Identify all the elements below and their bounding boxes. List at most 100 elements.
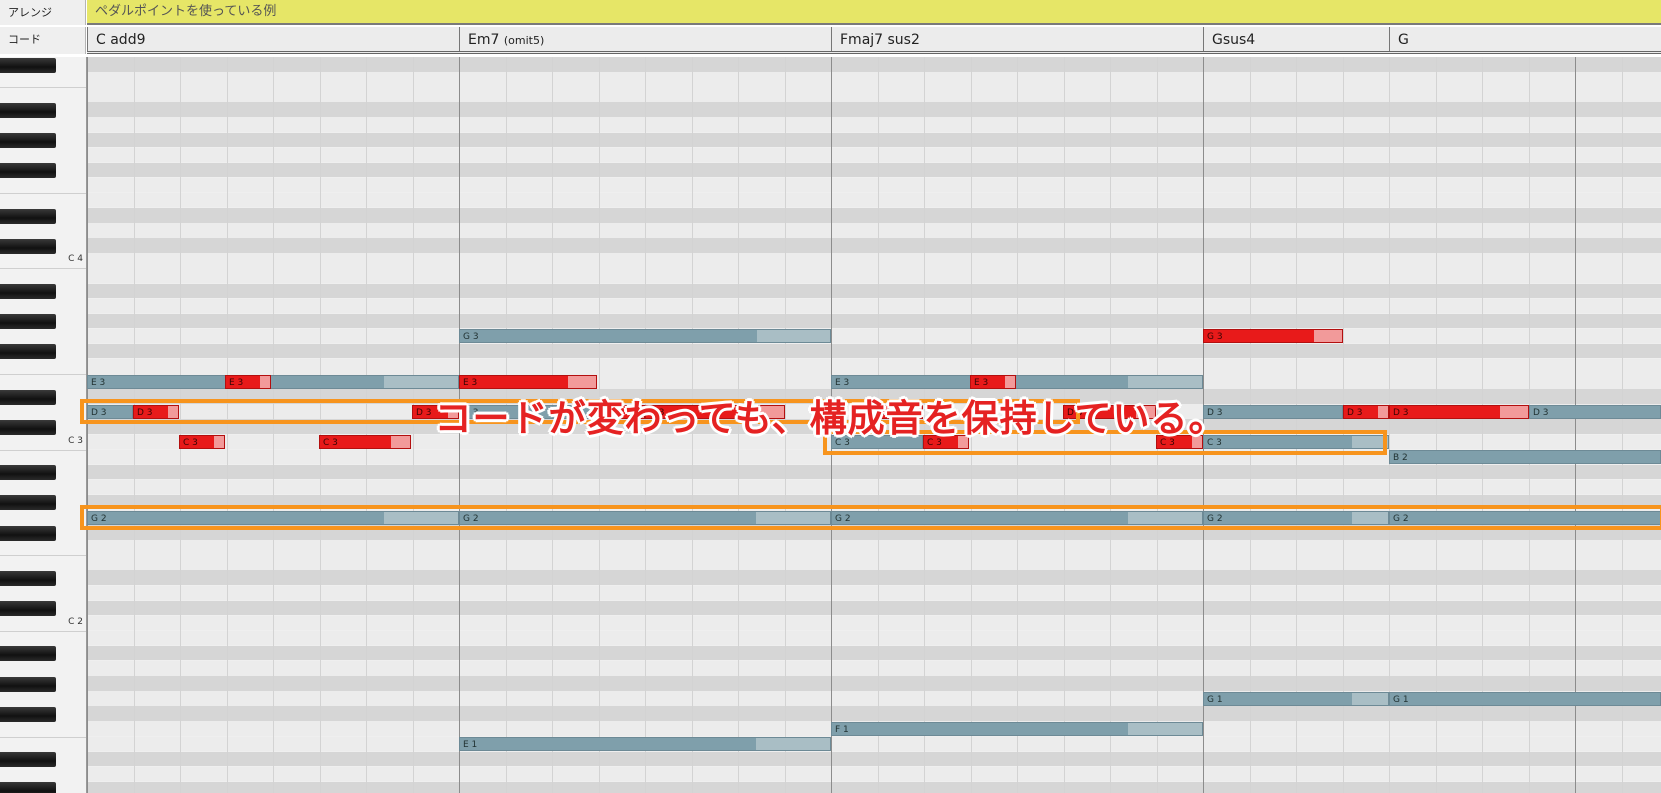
pitch-lane — [87, 479, 1661, 495]
pitch-lane — [87, 192, 1661, 208]
midi-note[interactable]: E 3 — [87, 374, 459, 389]
chord-track-row: コード C add9 Em7 (omit5) Fmaj7 sus2 Gsus4 … — [0, 27, 1661, 54]
note-release-tail — [1352, 692, 1388, 705]
midi-note[interactable]: G 2 — [1203, 510, 1389, 525]
pitch-lane — [87, 615, 1661, 631]
chord-block[interactable]: G — [1389, 27, 1661, 51]
black-key[interactable] — [0, 601, 56, 617]
black-key[interactable] — [0, 676, 56, 692]
midi-note[interactable]: G 2 — [87, 510, 459, 525]
pitch-lane — [87, 238, 1661, 253]
midi-note[interactable]: G 1 — [1203, 691, 1389, 706]
pitch-lane — [87, 359, 1661, 374]
black-key[interactable] — [0, 133, 56, 148]
note-label: G 2 — [1207, 513, 1223, 524]
note-release-tail — [757, 330, 830, 343]
midi-note[interactable]: E 3 — [459, 374, 597, 389]
pitch-lane — [87, 177, 1661, 193]
note-release-tail — [1352, 511, 1388, 524]
pitch-lane — [87, 751, 1661, 767]
note-label: E 1 — [463, 740, 478, 750]
black-key[interactable] — [0, 163, 56, 179]
chord-block[interactable]: C add9 — [87, 27, 459, 51]
pitch-lane — [87, 268, 1661, 283]
black-key[interactable] — [0, 208, 56, 224]
pitch-lane — [87, 600, 1661, 616]
black-key[interactable] — [0, 238, 56, 254]
midi-note[interactable]: B 2 — [1389, 450, 1661, 465]
chord-block[interactable]: Em7 (omit5) — [459, 27, 831, 51]
black-key[interactable] — [0, 465, 56, 481]
pitch-lane — [87, 87, 1661, 102]
arrange-track-row: アレンジ ペダルポイントを使っている例 — [0, 0, 1661, 25]
black-key[interactable] — [0, 344, 56, 360]
black-key[interactable] — [0, 782, 56, 793]
arrange-track-label: アレンジ — [0, 0, 86, 25]
pitch-lane — [87, 102, 1661, 117]
midi-note[interactable]: G 2 — [831, 510, 1203, 525]
chord-block[interactable]: Gsus4 — [1203, 27, 1389, 51]
octave-label: C 4 — [68, 254, 83, 265]
white-key-divider — [0, 87, 86, 89]
midi-note[interactable]: F 1 — [831, 721, 1203, 736]
black-key[interactable] — [0, 752, 56, 768]
pitch-lane — [87, 766, 1661, 782]
midi-note[interactable]: E 1 — [459, 737, 831, 751]
pitch-lane — [87, 208, 1661, 223]
piano-roll-editor: アレンジ ペダルポイントを使っている例 コード C add9 Em7 (omit… — [0, 0, 1661, 793]
note-label: G 2 — [1393, 513, 1409, 524]
black-key[interactable] — [0, 495, 56, 511]
chord-block[interactable]: Fmaj7 sus2 — [831, 27, 1203, 51]
midi-note[interactable]: G 1 — [1389, 691, 1661, 706]
chord-name: Fmaj7 sus2 — [840, 32, 920, 48]
black-key[interactable] — [0, 525, 56, 541]
pitch-lane — [87, 147, 1661, 163]
midi-note[interactable]: G 2 — [459, 510, 831, 525]
pitch-lane — [87, 736, 1661, 752]
note-label: E 3 — [835, 377, 850, 388]
midi-note[interactable]: G 3 — [1203, 329, 1343, 344]
black-key[interactable] — [0, 646, 56, 662]
note-label: E 3 — [91, 377, 106, 388]
chord-track-label: コード — [0, 27, 86, 54]
pitch-lane — [87, 555, 1661, 570]
midi-note[interactable]: G 2 — [1389, 510, 1661, 525]
pitch-lane — [87, 162, 1661, 178]
note-release-tail — [384, 375, 458, 388]
black-key[interactable] — [0, 570, 56, 586]
black-key[interactable] — [0, 706, 56, 722]
note-release-tail — [756, 511, 830, 524]
white-key-divider — [0, 374, 86, 376]
pitch-lane — [87, 781, 1661, 793]
note-label: E 3 — [463, 377, 478, 388]
arrange-block[interactable]: ペダルポイントを使っている例 — [87, 0, 1661, 25]
pitch-lane — [87, 494, 1661, 510]
note-release-tail — [568, 375, 596, 388]
white-key-divider — [0, 449, 86, 451]
note-label: G 3 — [1207, 332, 1223, 343]
note-label: B 2 — [1393, 453, 1408, 464]
pitch-lane — [87, 328, 1661, 344]
note-release-tail — [756, 738, 830, 750]
black-key[interactable] — [0, 284, 56, 299]
midi-note[interactable]: E 3 — [970, 374, 1016, 389]
midi-note[interactable]: G 3 — [459, 329, 831, 344]
white-key-divider — [0, 736, 86, 738]
white-key-divider — [0, 555, 86, 557]
pitch-lane — [87, 645, 1661, 661]
note-label: G 3 — [463, 332, 479, 343]
chord-name: G — [1398, 32, 1409, 48]
pitch-lane — [87, 223, 1661, 238]
black-key[interactable] — [0, 57, 56, 73]
note-label: G 2 — [91, 513, 107, 524]
caption-annotation: コードが変わっても、構成音を保持している。 — [434, 397, 1227, 440]
pitch-lane — [87, 57, 1661, 72]
pitch-lane — [87, 72, 1661, 87]
midi-note[interactable]: E 3 — [831, 374, 1203, 389]
note-release-tail — [384, 511, 458, 524]
black-key[interactable] — [0, 314, 56, 330]
black-key[interactable] — [0, 102, 56, 118]
note-label: F 1 — [835, 724, 849, 735]
midi-note[interactable]: E 3 — [225, 374, 271, 389]
note-label: G 1 — [1207, 694, 1223, 705]
